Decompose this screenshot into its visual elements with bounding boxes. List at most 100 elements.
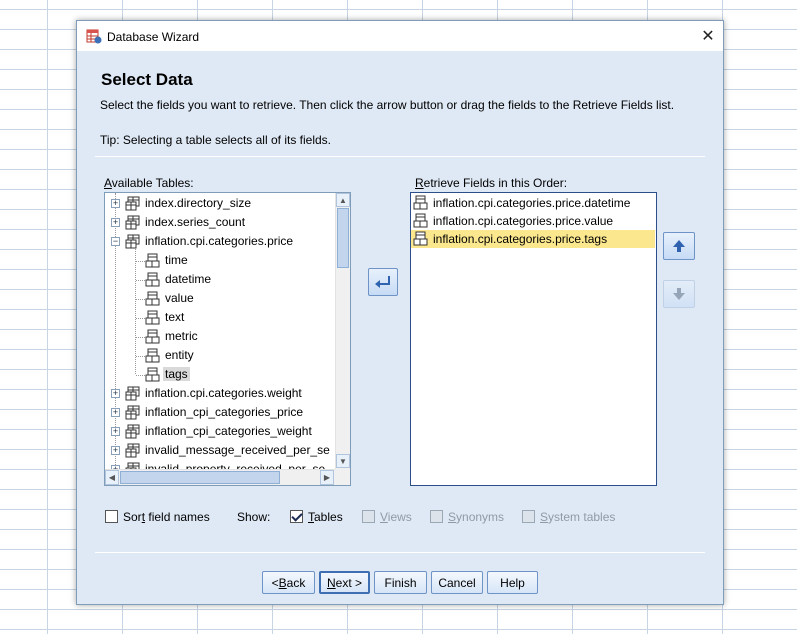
tip-text: Tip: Selecting a table selects all of it… [100, 133, 331, 147]
tree-node-label: index.directory_size [145, 196, 252, 210]
tree-node-label: entity [165, 348, 194, 362]
finish-button[interactable]: Finish [374, 571, 427, 594]
expand-icon[interactable]: + [111, 408, 120, 417]
tree-horizontal-scrollbar[interactable]: ◀ ▶ [105, 469, 335, 485]
sort-field-names-checkbox[interactable] [105, 510, 118, 523]
synonyms-label: Synonyms [448, 510, 505, 524]
system-tables-label: System tables [540, 510, 616, 524]
tree-node-label: inflation_cpi_categories_weight [145, 424, 312, 438]
sort-field-names-label: Sort field names [123, 510, 210, 524]
back-button[interactable]: < Back [262, 571, 315, 594]
tree-field-node[interactable]: time [105, 251, 335, 270]
next-button[interactable]: Next > [319, 571, 370, 594]
retrieve-field-item[interactable]: inflation.cpi.categories.price.datetime [411, 194, 656, 212]
scroll-right-arrow-icon[interactable]: ▶ [320, 470, 334, 485]
tree-branch-line [136, 337, 145, 338]
tree-table-node[interactable]: + inflation_cpi_categories_weight [105, 422, 335, 441]
tree-table-node[interactable]: + index.series_count [105, 213, 335, 232]
expand-icon[interactable]: + [111, 446, 120, 455]
scroll-left-arrow-icon[interactable]: ◀ [105, 470, 119, 485]
scroll-down-arrow-icon[interactable]: ▼ [336, 454, 350, 468]
tree-field-node[interactable]: metric [105, 327, 335, 346]
retrieve-field-item[interactable]: inflation.cpi.categories.price.tags [411, 230, 655, 248]
return-arrow-icon [375, 276, 390, 288]
tree-field-node[interactable]: tags [105, 365, 335, 384]
field-icon [145, 329, 161, 345]
cancel-button[interactable]: Cancel [431, 571, 483, 594]
expand-icon[interactable]: + [111, 218, 120, 227]
synonyms-checkbox[interactable] [430, 510, 443, 523]
table-icon [125, 196, 141, 212]
available-tables-tree[interactable]: + index.directory_size + index.series_count… [104, 192, 351, 486]
tree-field-node[interactable]: value [105, 289, 335, 308]
tree-branch-line [136, 356, 145, 357]
move-up-button[interactable] [663, 232, 695, 260]
arrow-down-icon [673, 288, 685, 300]
tree-branch-line [136, 299, 145, 300]
tree-node-label: invalid_property_received_per_se [145, 462, 326, 469]
database-wizard-app-icon [86, 29, 102, 44]
tree-node-label: inflation.cpi.categories.weight [145, 386, 302, 400]
tree-node-label: metric [165, 329, 198, 343]
views-label: Views [380, 510, 412, 524]
table-icon [125, 443, 141, 459]
tree-table-node[interactable]: + invalid_message_received_per_se [105, 441, 335, 460]
system-tables-checkbox[interactable] [522, 510, 535, 523]
close-button[interactable]: ✕ [693, 21, 723, 51]
retrieve-field-label: inflation.cpi.categories.price.datetime [433, 196, 631, 210]
tree-node-label: text [165, 310, 185, 324]
top-separator [95, 156, 705, 157]
horizontal-scroll-thumb[interactable] [120, 471, 280, 484]
tree-branch-line [136, 375, 145, 376]
tree-vertical-scrollbar[interactable]: ▲ ▼ [335, 193, 350, 469]
database-wizard-dialog: Database Wizard ✕ Select Data Select the… [76, 20, 724, 605]
tree-field-node[interactable]: datetime [105, 270, 335, 289]
retrieve-fields-list[interactable]: inflation.cpi.categories.price.datetime i… [410, 192, 657, 486]
page-title: Select Data [101, 70, 193, 89]
field-icon [145, 291, 161, 307]
tree-node-label: index.series_count [145, 215, 246, 229]
window-title: Database Wizard [107, 30, 200, 44]
field-icon [413, 213, 429, 229]
tables-checkbox[interactable] [290, 510, 303, 523]
move-to-retrieve-button[interactable] [368, 268, 398, 296]
table-icon [125, 405, 141, 421]
field-icon [413, 195, 429, 211]
table-icon [125, 215, 141, 231]
tree-field-node[interactable]: text [105, 308, 335, 327]
scroll-corner [335, 469, 350, 485]
expand-icon[interactable]: + [111, 199, 120, 208]
tree-node-label: inflation.cpi.categories.price [145, 234, 294, 248]
retrieve-fields-label: Retrieve Fields in this Order: [415, 176, 568, 190]
tree-table-node[interactable]: + inflation.cpi.categories.weight [105, 384, 335, 403]
move-down-button[interactable] [663, 280, 695, 308]
tree-viewport: + index.directory_size + index.series_count… [105, 193, 335, 469]
help-button[interactable]: Help [487, 571, 538, 594]
retrieve-field-item[interactable]: inflation.cpi.categories.price.value [411, 212, 656, 230]
tree-table-node[interactable]: + invalid_property_received_per_se [105, 460, 335, 469]
collapse-icon[interactable]: − [111, 237, 120, 246]
tree-branch-line [136, 261, 145, 262]
field-icon [145, 272, 161, 288]
tree-node-label: datetime [165, 272, 212, 286]
arrow-up-icon [673, 240, 685, 252]
tree-node-label: tags [163, 367, 190, 381]
tables-label: Tables [308, 510, 343, 524]
scroll-up-arrow-icon[interactable]: ▲ [336, 193, 350, 207]
tree-table-node[interactable]: + inflation_cpi_categories_price [105, 403, 335, 422]
expand-icon[interactable]: + [111, 427, 120, 436]
field-icon [145, 310, 161, 326]
tree-field-node[interactable]: entity [105, 346, 335, 365]
tree-table-node[interactable]: + index.directory_size [105, 194, 335, 213]
tree-table-node[interactable]: − inflation.cpi.categories.price [105, 232, 335, 251]
tree-branch-line [136, 280, 145, 281]
expand-icon[interactable]: + [111, 389, 120, 398]
tree-node-label: time [165, 253, 188, 267]
tree-node-label: value [165, 291, 194, 305]
scroll-thumb[interactable] [337, 208, 349, 268]
table-icon [125, 234, 141, 250]
table-icon [125, 462, 141, 469]
title-bar: Database Wizard ✕ [77, 21, 723, 51]
close-icon: ✕ [701, 28, 715, 45]
views-checkbox[interactable] [362, 510, 375, 523]
